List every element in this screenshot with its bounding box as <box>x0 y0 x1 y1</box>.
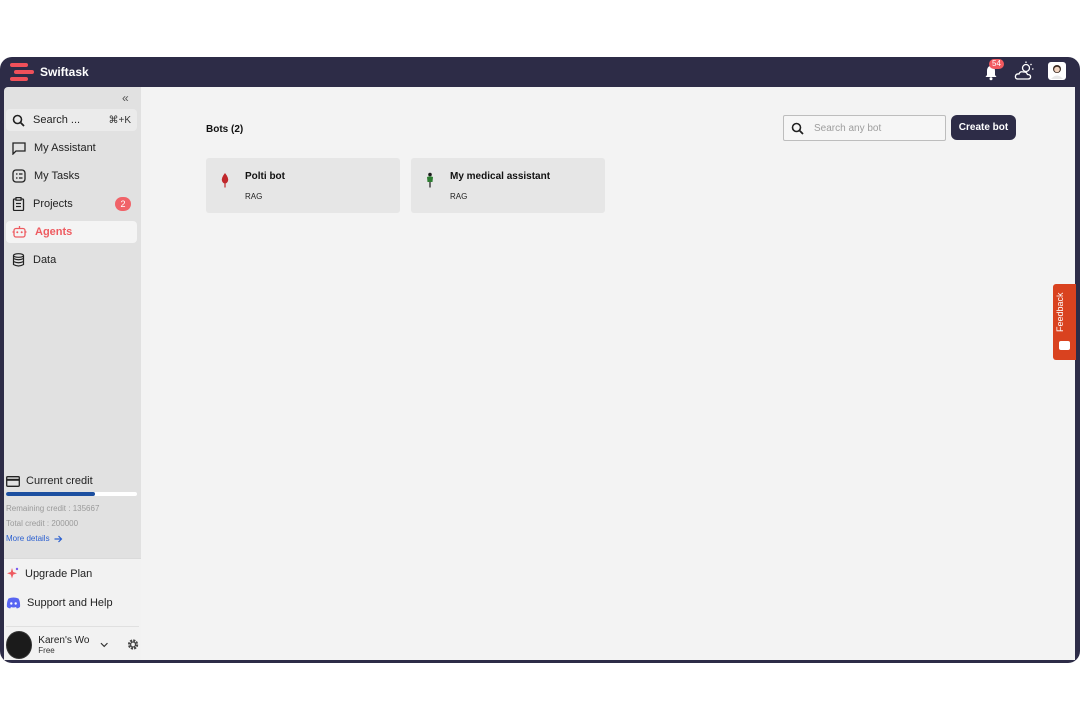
bot-search-field[interactable] <box>783 115 946 141</box>
avatar <box>6 630 33 659</box>
credit-panel: Current credit Remaining credit : 135667… <box>6 475 139 543</box>
double-chevron-left-icon[interactable]: « <box>122 91 129 105</box>
app-window: Swiftask 54 « Search ... ⌘+K My Assistan… <box>0 57 1080 663</box>
pin-icon <box>221 173 229 188</box>
top-bar: Swiftask 54 <box>0 57 1080 87</box>
user-menu[interactable]: Karen's Wo Free <box>6 626 139 660</box>
feedback-icon <box>1059 341 1070 350</box>
more-details-link[interactable]: More details <box>6 534 139 543</box>
bot-search-input[interactable] <box>814 122 934 134</box>
sidebar-item-data[interactable]: Data <box>6 249 137 271</box>
tasks-icon <box>12 169 26 183</box>
sidebar-footer: Upgrade Plan Support and Help Karen's Wo… <box>4 558 141 660</box>
swiftask-logo-icon <box>8 61 34 83</box>
notifications-button[interactable]: 54 <box>984 59 1004 81</box>
remaining-credit: Remaining credit : 135667 <box>6 504 100 513</box>
sidebar-item-my-assistant[interactable]: My Assistant <box>6 137 137 159</box>
bot-card[interactable]: My medical assistant RAG <box>411 158 605 213</box>
feedback-tab[interactable]: Feedback <box>1053 284 1076 360</box>
sidebar-item-label: Agents <box>35 226 73 238</box>
bot-type: RAG <box>245 192 263 201</box>
search-icon <box>12 114 25 127</box>
credit-progress-bar <box>6 492 137 496</box>
person-icon <box>1051 65 1063 79</box>
more-details-label: More details <box>6 534 50 543</box>
app-logo[interactable]: Swiftask <box>8 61 89 83</box>
support-help-label: Support and Help <box>27 597 113 609</box>
search-shortcut: ⌘+K <box>108 114 131 126</box>
credit-title: Current credit <box>26 475 93 487</box>
app-name: Swiftask <box>40 65 89 79</box>
user-name: Karen's Wo <box>38 634 90 646</box>
sidebar-item-label: Projects <box>33 198 73 210</box>
sidebar-item-my-tasks[interactable]: My Tasks <box>6 165 137 187</box>
main-content: Bots (2) Create bot Polti bot RAG My med… <box>141 87 1075 660</box>
sidebar-item-label: My Assistant <box>34 142 96 154</box>
support-help-button[interactable]: Support and Help <box>6 597 113 609</box>
user-plan: Free <box>38 645 55 655</box>
sidebar: « Search ... ⌘+K My Assistant My Tasks P… <box>4 87 141 660</box>
projects-count-badge: 2 <box>115 197 131 211</box>
sparkle-icon <box>7 567 19 579</box>
robot-icon <box>12 226 27 238</box>
sidebar-search[interactable]: Search ... ⌘+K <box>6 109 137 131</box>
bot-name: My medical assistant <box>450 171 551 182</box>
gear-icon[interactable] <box>127 638 139 651</box>
database-icon <box>12 253 25 267</box>
notification-count-badge: 54 <box>989 59 1004 69</box>
total-credit: Total credit : 200000 <box>6 519 79 528</box>
credit-progress-fill <box>6 492 95 496</box>
medical-assistant-icon <box>427 172 433 188</box>
bot-name: Polti bot <box>245 171 285 182</box>
upgrade-plan-label: Upgrade Plan <box>25 567 93 580</box>
bot-type: RAG <box>450 192 468 201</box>
chevron-down-icon[interactable] <box>100 642 109 648</box>
upgrade-plan-button[interactable]: Upgrade Plan <box>6 567 92 580</box>
discord-icon <box>6 597 21 609</box>
chat-icon <box>12 141 26 155</box>
arrow-right-icon <box>54 535 62 542</box>
clipboard-icon <box>12 197 25 211</box>
sidebar-item-label: My Tasks <box>34 170 80 182</box>
sidebar-item-agents[interactable]: Agents <box>6 221 137 243</box>
bot-card[interactable]: Polti bot RAG <box>206 158 400 213</box>
sidebar-item-label: Data <box>33 254 57 266</box>
credit-card-icon <box>6 475 20 487</box>
search-icon <box>791 122 804 135</box>
sidebar-item-projects[interactable]: Projects 2 <box>6 193 137 215</box>
search-label: Search ... <box>33 114 81 126</box>
weather-icon[interactable] <box>1014 61 1036 81</box>
create-bot-button[interactable]: Create bot <box>951 115 1016 140</box>
feedback-label: Feedback <box>1055 292 1065 332</box>
page-title: Bots (2) <box>206 124 244 135</box>
user-avatar-top[interactable] <box>1048 62 1066 80</box>
